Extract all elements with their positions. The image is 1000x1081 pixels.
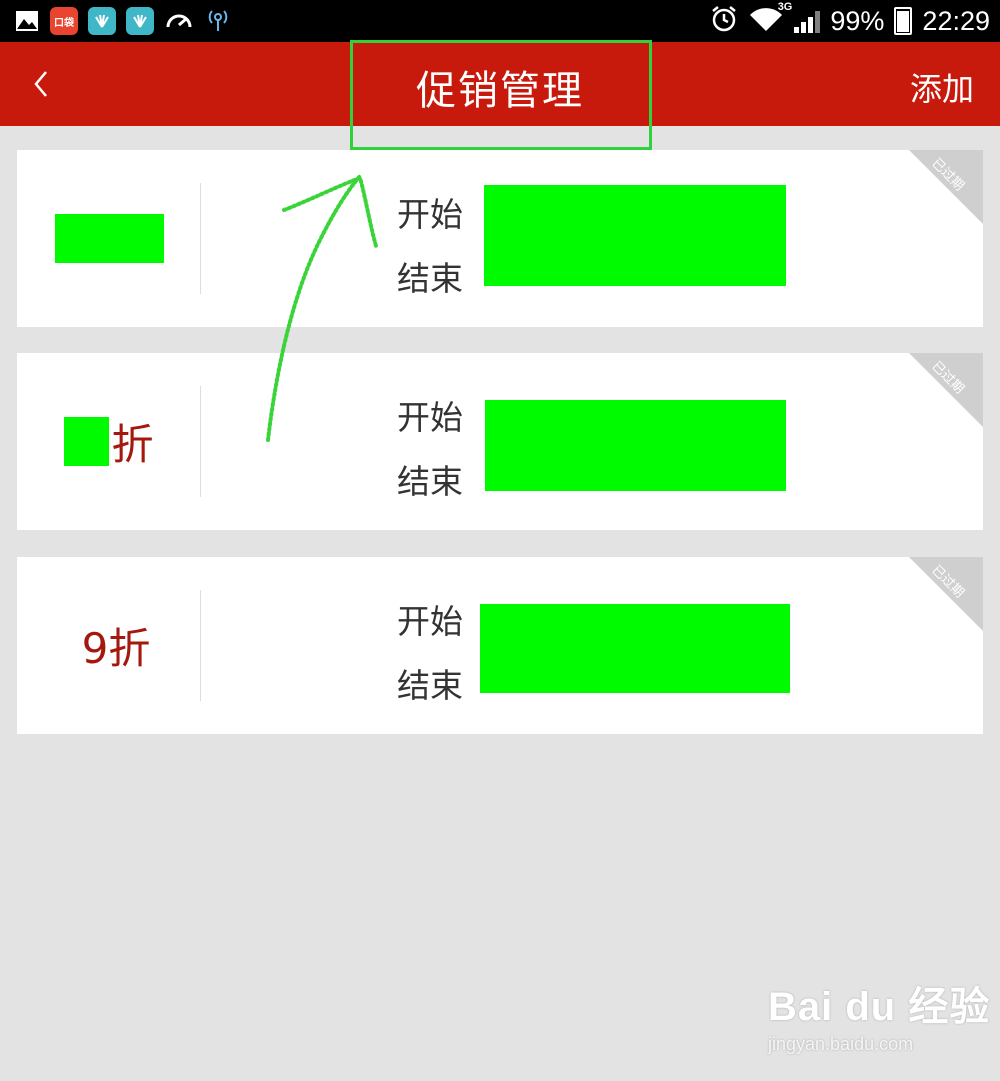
promotion-card[interactable]: 9折 开始 结束 已过期 (17, 557, 983, 734)
network-type-label: 3G (777, 0, 793, 13)
discount-value: 折 (17, 353, 201, 530)
system-status: 3G 99% 22:29 (710, 1, 990, 38)
speedometer-icon (164, 7, 194, 35)
watermark-brand: Bai du 经验 (768, 985, 991, 1029)
divider (200, 386, 201, 497)
end-label: 结束 (397, 666, 463, 705)
wifi-icon: 3G (748, 1, 792, 38)
koudai-icon: 口袋 (50, 7, 78, 35)
end-label: 结束 (397, 259, 463, 298)
start-label: 开始 (397, 602, 463, 641)
huawei-icon (126, 7, 154, 35)
start-label: 开始 (397, 195, 463, 234)
redacted-discount (64, 417, 110, 466)
redacted-dates (480, 604, 790, 693)
watermark-url: jingyan.baidu.com (768, 1034, 914, 1054)
redacted-dates (484, 185, 786, 286)
promotion-card[interactable]: 折 开始 结束 已过期 (17, 353, 983, 530)
status-bar: 口袋 3G 99% 22:29 (0, 0, 1000, 42)
start-label: 开始 (397, 398, 463, 437)
divider (200, 183, 201, 294)
notification-icons: 口袋 (14, 6, 232, 36)
alarm-icon (710, 5, 738, 38)
add-button[interactable]: 添加 (910, 64, 974, 110)
divider (200, 590, 201, 701)
clock: 22:29 (922, 5, 990, 36)
end-label: 结束 (397, 462, 463, 501)
discount-value (17, 150, 201, 327)
redacted-discount (54, 214, 164, 263)
huawei-icon (88, 7, 116, 35)
discount-value: 9折 (81, 624, 151, 673)
signal-icon (794, 9, 821, 33)
wifi-hotspot-icon (204, 5, 232, 37)
gallery-icon (14, 9, 40, 33)
annotation-highlight-box (350, 40, 652, 150)
promotion-card[interactable]: 开始 结束 已过期 (17, 150, 983, 327)
battery-icon (894, 7, 913, 35)
battery-percent: 99% (830, 5, 885, 36)
redacted-dates (485, 400, 786, 491)
baidu-watermark: Bai du 经验 jingyan.baidu.com (768, 974, 990, 1055)
